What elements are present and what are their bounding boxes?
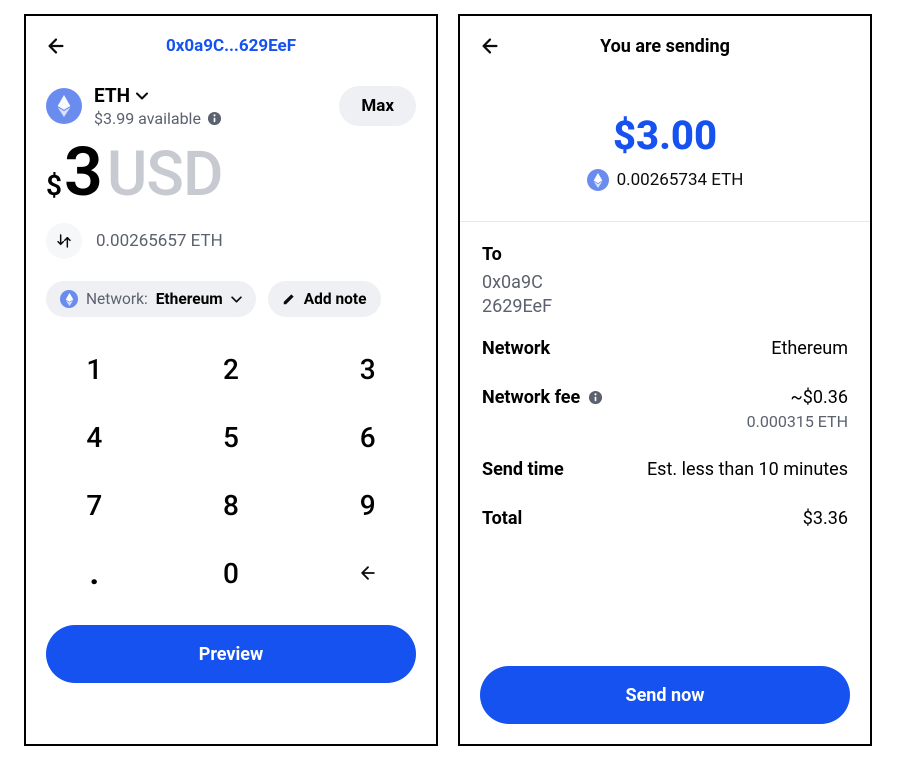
back-button[interactable] [476,32,504,60]
send-time-row: Send time Est. less than 10 minutes [460,445,870,494]
recipient-section: To 0x0a9C 2629EeF [460,222,870,324]
amount-usd: $3.00 [613,112,717,159]
keypad-4[interactable]: 4 [26,403,163,471]
asset-name-label: ETH [94,84,130,107]
network-fee-eth: 0.000315 ETH [747,412,848,431]
eth-equivalent: 0.00265657 ETH [96,231,223,251]
numeric-keypad: 1 2 3 4 5 6 7 8 9 . 0 [26,335,436,607]
eth-icon [587,169,609,191]
network-fee-usd: ~$0.36 [747,387,848,408]
max-button[interactable]: Max [339,86,416,126]
amount-display: $ 3 USD [26,128,436,211]
keypad-decimal[interactable]: . [26,539,163,607]
network-row: Network Ethereum [460,324,870,373]
asset-dropdown[interactable]: ETH [94,84,222,107]
pencil-icon [282,292,296,306]
to-address-line1: 0x0a9C [482,271,848,295]
asset-selector-row: ETH $3.99 available Max [26,76,436,128]
keypad-9[interactable]: 9 [299,471,436,539]
keypad-7[interactable]: 7 [26,471,163,539]
network-label: Network: [86,290,148,308]
currency-symbol: $ [46,169,62,202]
network-fee-row: Network fee ~$0.36 0.000315 ETH [460,373,870,445]
chevron-down-icon [231,296,242,303]
arrow-left-icon [356,563,380,583]
arrow-left-icon [479,35,501,57]
keypad-8[interactable]: 8 [163,471,300,539]
preview-button[interactable]: Preview [46,625,416,683]
page-title: You are sending [460,36,870,57]
info-icon[interactable] [588,390,603,405]
keypad-3[interactable]: 3 [299,335,436,403]
amount-eth: 0.00265734 ETH [617,170,744,190]
send-time-label: Send time [482,459,564,480]
eth-icon [46,88,82,124]
network-label: Network [482,338,550,359]
chevron-down-icon [136,92,148,100]
eth-icon [60,290,78,308]
recipient-address[interactable]: 0x0a9C...629EeF [26,36,436,56]
available-balance: $3.99 available [94,109,201,128]
send-entry-screen: 0x0a9C...629EeF ETH $3.99 available Max [24,14,438,746]
total-value: $3.36 [803,508,848,529]
swap-currency-button[interactable] [46,223,82,259]
send-now-button[interactable]: Send now [480,666,850,724]
keypad-6[interactable]: 6 [299,403,436,471]
network-value: Ethereum [771,338,848,359]
amount-summary: $3.00 0.00265734 ETH [460,76,870,221]
to-label: To [482,244,848,265]
keypad-backspace[interactable] [299,539,436,607]
keypad-0[interactable]: 0 [163,539,300,607]
swap-icon [56,233,72,249]
currency-label: USD [107,138,223,211]
add-note-button[interactable]: Add note [268,281,381,317]
add-note-label: Add note [304,290,367,308]
network-value: Ethereum [156,290,223,308]
amount-value: 3 [64,138,103,206]
total-label: Total [482,508,522,529]
keypad-2[interactable]: 2 [163,335,300,403]
keypad-5[interactable]: 5 [163,403,300,471]
send-time-value: Est. less than 10 minutes [647,459,848,480]
keypad-1[interactable]: 1 [26,335,163,403]
network-fee-label: Network fee [482,387,580,408]
total-row: Total $3.36 [460,494,870,543]
to-address-line2: 2629EeF [482,295,848,319]
send-confirm-screen: You are sending $3.00 0.00265734 ETH To … [458,14,872,746]
info-icon[interactable] [207,111,222,126]
network-selector[interactable]: Network: Ethereum [46,281,256,317]
